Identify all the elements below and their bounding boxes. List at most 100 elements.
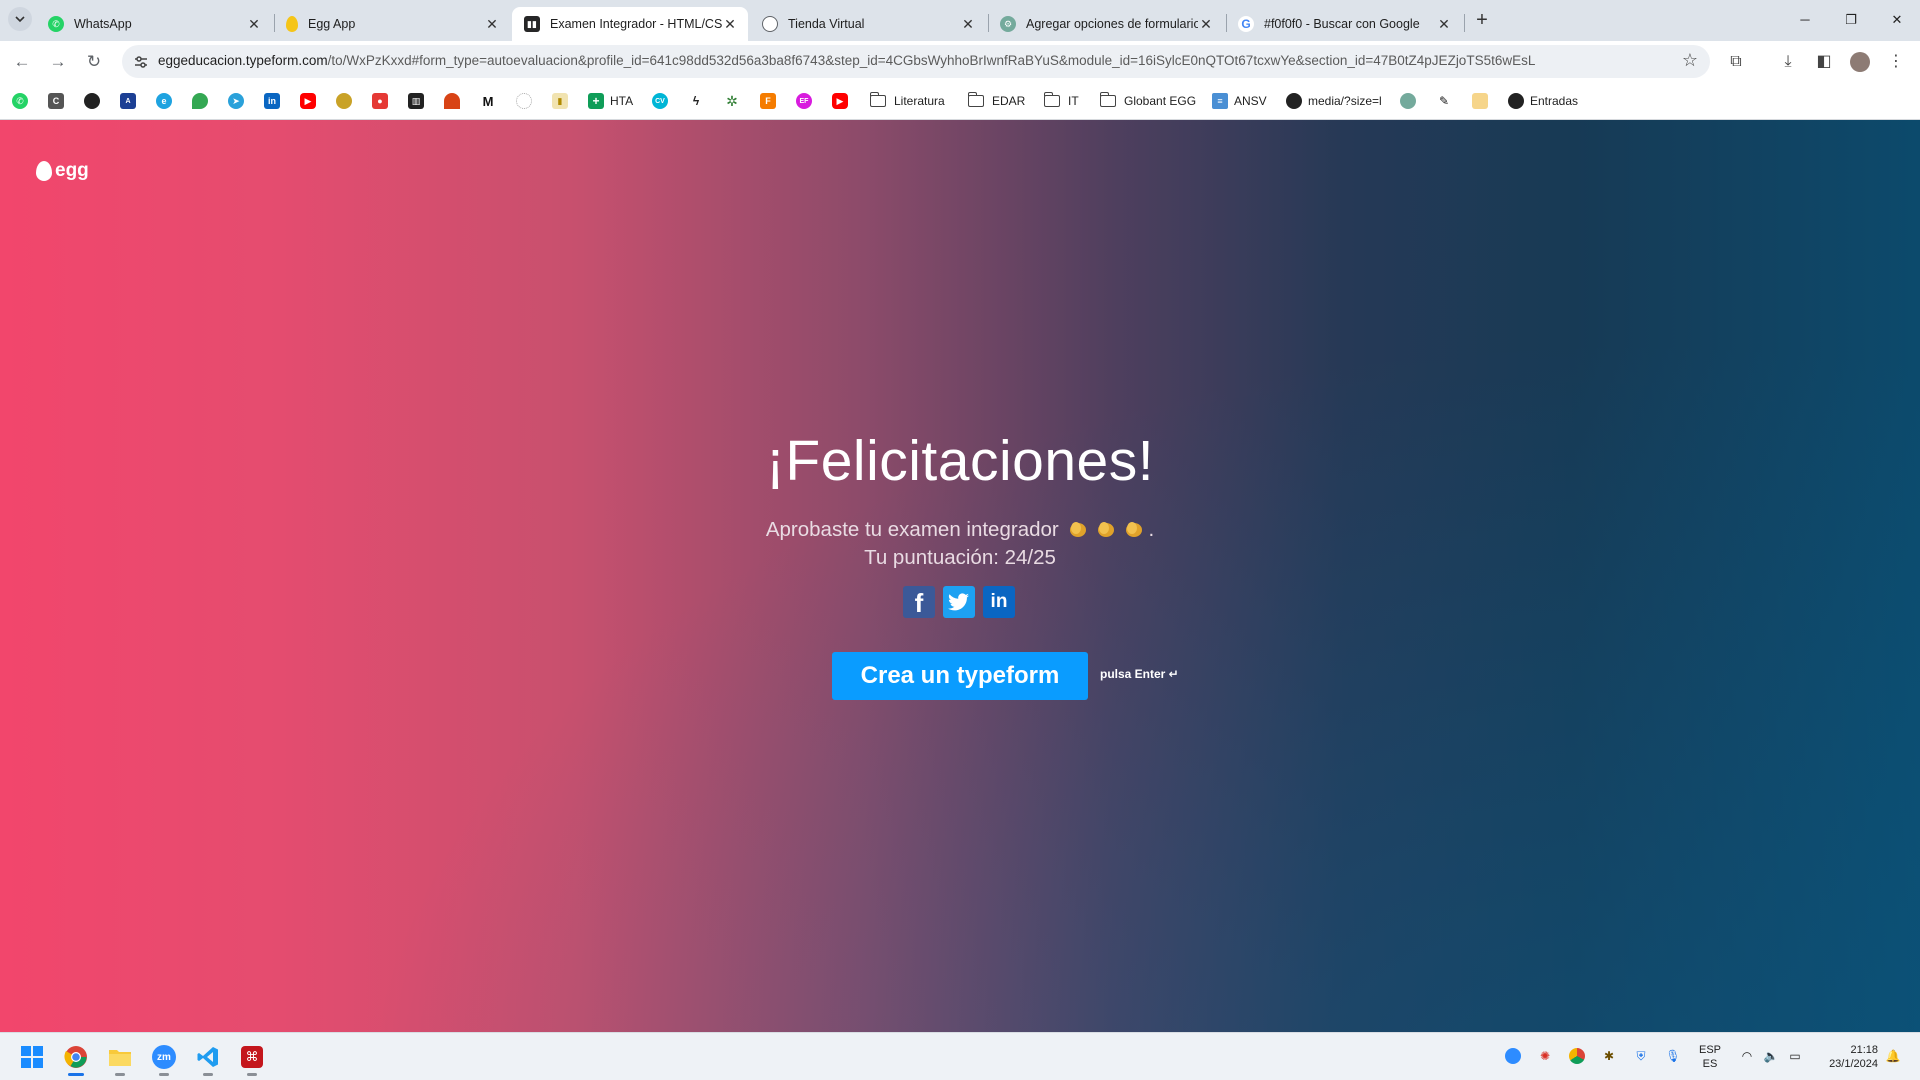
- bookmark-label: ANSV: [1234, 94, 1267, 108]
- close-icon[interactable]: ✕: [246, 16, 262, 32]
- taskbar-chrome[interactable]: [60, 1041, 92, 1076]
- vscode-icon: [197, 1047, 218, 1067]
- egg-logo[interactable]: egg: [36, 160, 89, 182]
- bookmark-linkedin[interactable]: in: [264, 91, 280, 111]
- bookmark-medium[interactable]: M: [480, 91, 496, 111]
- battery-icon[interactable]: ▭: [1786, 1047, 1804, 1065]
- bookmark-folder-globant[interactable]: Globant EGG: [1099, 91, 1196, 111]
- profile-avatar[interactable]: [1848, 50, 1872, 74]
- menu-icon[interactable]: ⋮: [1884, 50, 1908, 74]
- tab-examen-integrador[interactable]: ▮▮ Examen Integrador - HTML/CSS ✕: [512, 7, 748, 41]
- bookmark-hta[interactable]: + HTA: [588, 91, 633, 111]
- facebook-share-button[interactable]: f: [903, 586, 935, 618]
- close-icon[interactable]: ✕: [484, 16, 500, 32]
- side-panel-icon[interactable]: ◧: [1812, 50, 1836, 74]
- chatgpt-icon: [1400, 93, 1416, 109]
- bookmark-folder-it[interactable]: IT: [1043, 91, 1079, 111]
- tab-egg-app[interactable]: Egg App ✕: [274, 7, 510, 41]
- bookmark-ef[interactable]: EF: [796, 91, 812, 111]
- bookmark-folder-yellow[interactable]: [1472, 91, 1488, 111]
- bookmark-maps[interactable]: [192, 91, 208, 111]
- bookmark-edge[interactable]: e: [156, 91, 172, 111]
- tab-title: Tienda Virtual: [788, 17, 865, 31]
- page-title: ¡Felicitaciones!: [765, 429, 1155, 493]
- start-button[interactable]: [16, 1041, 48, 1073]
- bookmark-youtube[interactable]: ▶: [300, 91, 316, 111]
- tray-chrome-icon[interactable]: [1568, 1047, 1586, 1065]
- linkedin-share-button[interactable]: in: [983, 586, 1015, 618]
- extensions-icon[interactable]: ⧉: [1724, 50, 1748, 74]
- tab-title: Egg App: [308, 17, 356, 31]
- bookmark-afip[interactable]: A: [120, 91, 136, 111]
- taskbar-acrobat[interactable]: ⌘: [236, 1041, 268, 1076]
- bookmark-entradas[interactable]: Entradas: [1508, 91, 1578, 111]
- bookmark-gear[interactable]: ✲: [724, 91, 740, 111]
- volume-icon[interactable]: 🔈: [1762, 1047, 1780, 1065]
- bookmark-c[interactable]: C: [48, 91, 64, 111]
- tab-title: Agregar opciones de formulario: [1026, 17, 1198, 31]
- bookmark-youtube-2[interactable]: ▶: [832, 91, 848, 111]
- forward-button[interactable]: →: [44, 48, 72, 76]
- microphone-icon[interactable]: 🎙: [1664, 1047, 1682, 1065]
- tab-divider: [1464, 14, 1465, 32]
- reload-button[interactable]: ↻: [80, 48, 108, 76]
- back-button[interactable]: ←: [8, 48, 36, 76]
- bookmark-pen[interactable]: ✎: [1436, 91, 1452, 111]
- folder-icon: [109, 1050, 131, 1066]
- window-close-button[interactable]: ✕: [1874, 6, 1920, 34]
- bookmark-whatsapp[interactable]: ✆: [12, 91, 28, 111]
- address-bar[interactable]: eggeducacion.typeform.com/to/WxPzKxxd#fo…: [122, 45, 1710, 78]
- bookmark-folder-literatura[interactable]: Literatura: [869, 91, 945, 111]
- minimize-button[interactable]: ─: [1782, 6, 1828, 34]
- tray-zoom-icon[interactable]: [1504, 1047, 1522, 1065]
- tab-whatsapp[interactable]: ✆ WhatsApp ✕: [36, 7, 272, 41]
- ansv-icon: ≡: [1212, 93, 1228, 109]
- telegram-icon: ➤: [228, 93, 244, 109]
- bookmark-loading[interactable]: [516, 91, 532, 111]
- tray-network-shield-icon[interactable]: ⛨: [1632, 1047, 1650, 1065]
- close-icon[interactable]: ✕: [960, 16, 976, 32]
- clock[interactable]: 21:18 23/1/2024: [1818, 1043, 1878, 1071]
- language-indicator[interactable]: ESP ES: [1699, 1043, 1721, 1071]
- bookmark-red-app[interactable]: ●: [372, 91, 388, 111]
- site-settings-icon[interactable]: [132, 53, 150, 71]
- close-icon[interactable]: ✕: [722, 16, 738, 32]
- bookmark-folder-edar[interactable]: EDAR: [967, 91, 1025, 111]
- tab-search-button[interactable]: [8, 7, 32, 31]
- bookmark-arch[interactable]: [444, 91, 460, 111]
- taskbar-file-explorer[interactable]: [104, 1041, 136, 1076]
- chrome-icon: [64, 1046, 87, 1068]
- bookmark-bird[interactable]: ϟ: [688, 91, 704, 111]
- taskbar-zoom[interactable]: zm: [148, 1041, 180, 1076]
- tab-google-search[interactable]: G #f0f0f0 - Buscar con Google ✕: [1226, 7, 1462, 41]
- close-icon[interactable]: ✕: [1198, 16, 1214, 32]
- bookmark-media[interactable]: media/?size=l: [1286, 91, 1382, 111]
- tray-bug-icon[interactable]: ✱: [1600, 1047, 1618, 1065]
- tray-app-icon[interactable]: ✺: [1536, 1047, 1554, 1065]
- url-text[interactable]: eggeducacion.typeform.com/to/WxPzKxxd#fo…: [158, 53, 1668, 68]
- bookmark-ansv[interactable]: ≡ ANSV: [1212, 91, 1267, 111]
- bookmark-telegram[interactable]: ➤: [228, 91, 244, 111]
- egg-icon: [36, 161, 52, 181]
- taskbar-vscode[interactable]: [192, 1041, 224, 1076]
- bookmark-globe[interactable]: [84, 91, 100, 111]
- linkedin-icon: in: [990, 591, 1008, 612]
- close-icon[interactable]: ✕: [1436, 16, 1452, 32]
- bookmark-chatgpt[interactable]: [1400, 91, 1416, 111]
- restore-button[interactable]: ❐: [1828, 6, 1874, 34]
- tab-agregar-opciones[interactable]: ⚙ Agregar opciones de formulario ✕: [988, 7, 1224, 41]
- clock-date: 23/1/2024: [1829, 1058, 1878, 1070]
- bookmark-food[interactable]: [336, 91, 352, 111]
- tab-tienda-virtual[interactable]: Tienda Virtual ✕: [750, 7, 986, 41]
- bookmark-f[interactable]: F: [760, 91, 776, 111]
- bookmark-star-icon[interactable]: ☆: [1682, 50, 1698, 71]
- download-icon[interactable]: ⤓: [1776, 50, 1800, 74]
- bookmark-chart[interactable]: ▮: [552, 91, 568, 111]
- notification-bell-icon[interactable]: 🔔: [1884, 1047, 1902, 1065]
- bookmark-cv[interactable]: CV: [652, 91, 668, 111]
- create-typeform-button[interactable]: Crea un typeform: [832, 652, 1088, 700]
- wifi-icon[interactable]: ◠: [1738, 1047, 1756, 1065]
- twitter-share-button[interactable]: [943, 586, 975, 618]
- bookmark-building[interactable]: ▥: [408, 91, 424, 111]
- new-tab-button[interactable]: +: [1470, 9, 1494, 33]
